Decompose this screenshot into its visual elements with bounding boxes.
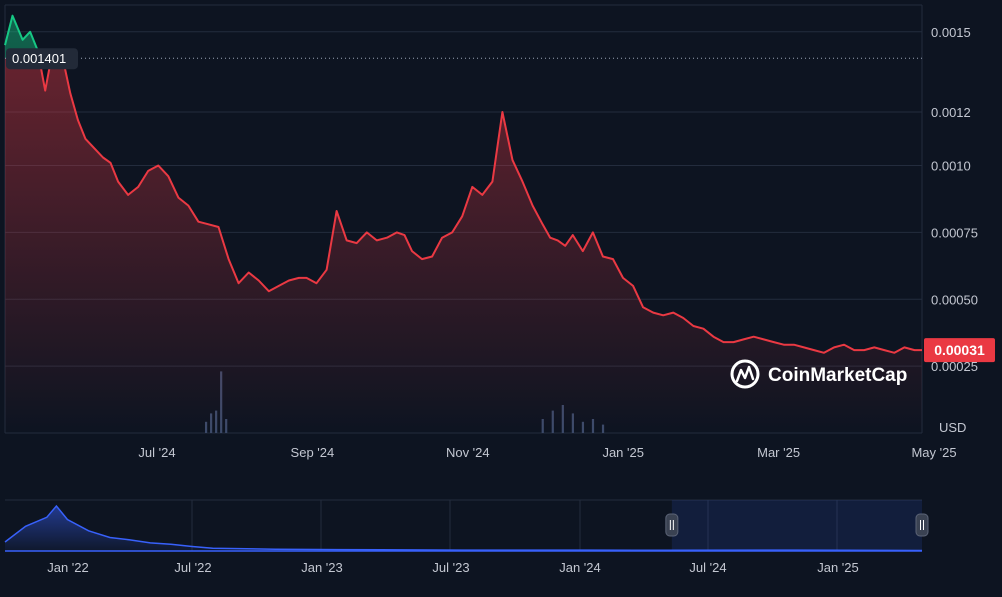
- reference-line-label: 0.001401: [12, 51, 66, 66]
- y-tick-label: 0.00050: [931, 292, 978, 307]
- x-axis: Jul '24 Sep '24 Nov '24 Jan '25 Mar '25 May '…: [138, 445, 956, 460]
- navigator-selection[interactable]: [672, 500, 922, 551]
- price-chart[interactable]: 0.001401 0.00031 0.0015 0.0012 0.0010 0.0007…: [0, 0, 1002, 592]
- currency-label: USD: [939, 420, 966, 435]
- navigator-handle-icon[interactable]: [666, 514, 678, 536]
- y-tick-label: 0.0010: [931, 159, 971, 174]
- chart-root: 0.001401 0.00031 0.0015 0.0012 0.0010 0.0007…: [0, 0, 1002, 592]
- time-navigator[interactable]: Jan '22 Jul '22 Jan '23 Jul '23 Jan '24 Jul '…: [5, 500, 928, 575]
- y-tick-label: 0.00075: [931, 225, 978, 240]
- x-tick-label: Mar '25: [757, 445, 800, 460]
- y-axis: 0.0015 0.0012 0.0010 0.00075 0.00050 0.00025: [931, 25, 978, 374]
- x-tick-label: Sep '24: [291, 445, 335, 460]
- y-tick-label: 0.0012: [931, 105, 971, 120]
- current-price-label: 0.00031: [934, 342, 985, 358]
- navigator-tick-label: Jan '24: [559, 560, 601, 575]
- y-tick-label: 0.0015: [931, 25, 971, 40]
- y-tick-label: 0.00025: [931, 359, 978, 374]
- navigator-tick-label: Jul '23: [432, 560, 469, 575]
- watermark-text: CoinMarketCap: [768, 365, 907, 386]
- x-tick-label: Nov '24: [446, 445, 490, 460]
- navigator-handle-icon[interactable]: [916, 514, 928, 536]
- navigator-tick-label: Jul '24: [689, 560, 726, 575]
- navigator-tick-label: Jan '23: [301, 560, 343, 575]
- x-tick-label: Jul '24: [138, 445, 175, 460]
- navigator-tick-label: Jan '25: [817, 560, 859, 575]
- navigator-tick-label: Jul '22: [174, 560, 211, 575]
- x-tick-label: Jan '25: [602, 445, 644, 460]
- x-tick-label: May '25: [911, 445, 956, 460]
- navigator-tick-label: Jan '22: [47, 560, 89, 575]
